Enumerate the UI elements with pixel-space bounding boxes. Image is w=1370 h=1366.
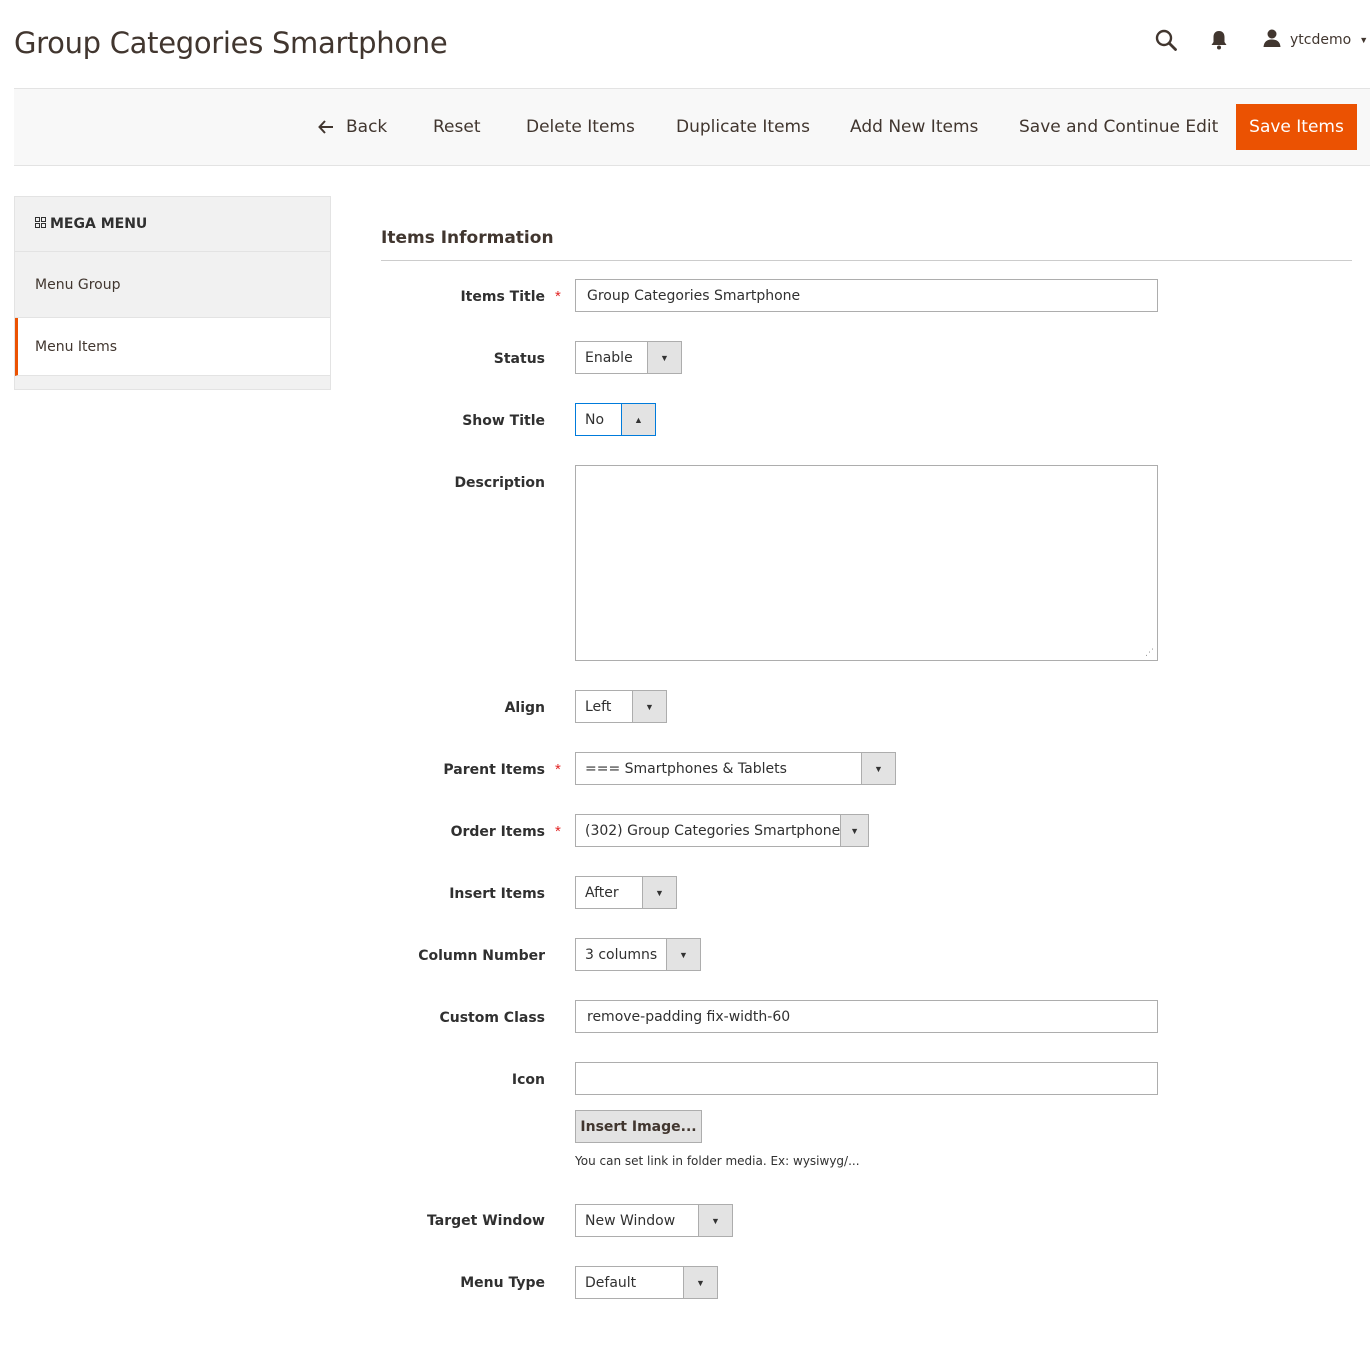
column-number-value: 3 columns [585,946,658,963]
bell-icon[interactable] [1205,26,1233,54]
align-select[interactable]: Left ▼ [575,690,667,723]
arrow-left-icon [318,115,334,139]
page-title: Group Categories Smartphone [14,26,448,60]
align-value: Left [585,698,612,715]
items-title-input[interactable]: Group Categories Smartphone [575,279,1158,312]
user-icon [1262,28,1282,53]
insert-items-label: Insert Items [449,886,545,902]
parent-items-select[interactable]: === Smartphones & Tablets ▼ [575,752,896,785]
parent-items-label: Parent Items [443,762,545,778]
add-new-items-button[interactable]: Add New Items [850,104,978,150]
required-marker: * [555,823,561,840]
icon-input[interactable] [575,1062,1158,1095]
custom-class-label: Custom Class [439,1010,545,1026]
sidebar-heading-label: MEGA MENU [50,216,148,232]
icon-label: Icon [511,1072,545,1088]
sidebar-item-menu-items[interactable]: Menu Items [15,318,330,376]
save-items-button[interactable]: Save Items [1236,104,1357,150]
duplicate-items-button[interactable]: Duplicate Items [676,104,810,150]
user-menu[interactable]: ytcdemo ▼ [1262,26,1368,54]
chevron-down-icon: ▼ [698,1205,732,1236]
user-name: ytcdemo [1290,32,1352,48]
insert-image-button[interactable]: Insert Image... [575,1110,702,1143]
description-label: Description [454,475,545,491]
grid-icon [35,217,46,231]
parent-items-value: === Smartphones & Tablets [585,760,787,777]
chevron-down-icon: ▼ [666,939,700,970]
reset-button[interactable]: Reset [433,104,481,150]
section-divider [381,260,1352,261]
items-title-label: Items Title [460,289,545,305]
order-items-select[interactable]: (302) Group Categories Smartphone ▼ [575,814,869,847]
target-window-select[interactable]: New Window ▼ [575,1204,733,1237]
required-marker: * [555,288,561,305]
chevron-down-icon: ▼ [647,342,681,373]
show-title-label: Show Title [462,413,545,429]
search-icon[interactable] [1152,26,1180,54]
chevron-up-icon: ▲ [621,404,655,435]
order-items-label: Order Items [450,824,545,840]
insert-items-select[interactable]: After ▼ [575,876,677,909]
menu-type-label: Menu Type [460,1275,545,1291]
status-value: Enable [585,349,633,366]
column-number-label: Column Number [418,948,545,964]
page-actions-bar: Back Reset Delete Items Duplicate Items … [14,88,1370,166]
target-window-label: Target Window [427,1213,545,1229]
order-items-value: (302) Group Categories Smartphone [585,822,841,839]
custom-class-input[interactable]: remove-padding fix-width-60 [575,1000,1158,1033]
column-number-select[interactable]: 3 columns ▼ [575,938,701,971]
insert-items-value: After [585,884,619,901]
status-select[interactable]: Enable ▼ [575,341,682,374]
sidebar: MEGA MENU Menu Group Menu Items [14,196,331,390]
align-label: Align [504,700,545,716]
resize-grip-icon[interactable]: ⋰ [1145,647,1154,658]
chevron-down-icon: ▼ [683,1267,717,1298]
chevron-down-icon: ▼ [861,753,895,784]
chevron-down-icon: ▼ [840,815,868,846]
delete-items-button[interactable]: Delete Items [526,104,635,150]
target-window-value: New Window [585,1212,676,1229]
status-label: Status [493,351,545,367]
menu-type-value: Default [585,1274,637,1291]
icon-help-note: You can set link in folder media. Ex: wy… [575,1154,860,1168]
menu-type-select[interactable]: Default ▼ [575,1266,718,1299]
back-button[interactable]: Back [318,104,387,150]
description-textarea[interactable]: ⋰ [575,465,1158,661]
chevron-down-icon: ▼ [632,691,666,722]
sidebar-item-menu-group[interactable]: Menu Group [15,252,330,318]
show-title-select[interactable]: No ▲ [575,403,656,436]
caret-down-icon: ▼ [1359,35,1369,45]
required-marker: * [555,761,561,778]
sidebar-heading: MEGA MENU [15,197,330,252]
section-title: Items Information [381,228,554,248]
back-label: Back [346,117,388,137]
chevron-down-icon: ▼ [642,877,676,908]
show-title-value: No [585,411,605,428]
save-and-continue-button[interactable]: Save and Continue Edit [1019,104,1218,150]
